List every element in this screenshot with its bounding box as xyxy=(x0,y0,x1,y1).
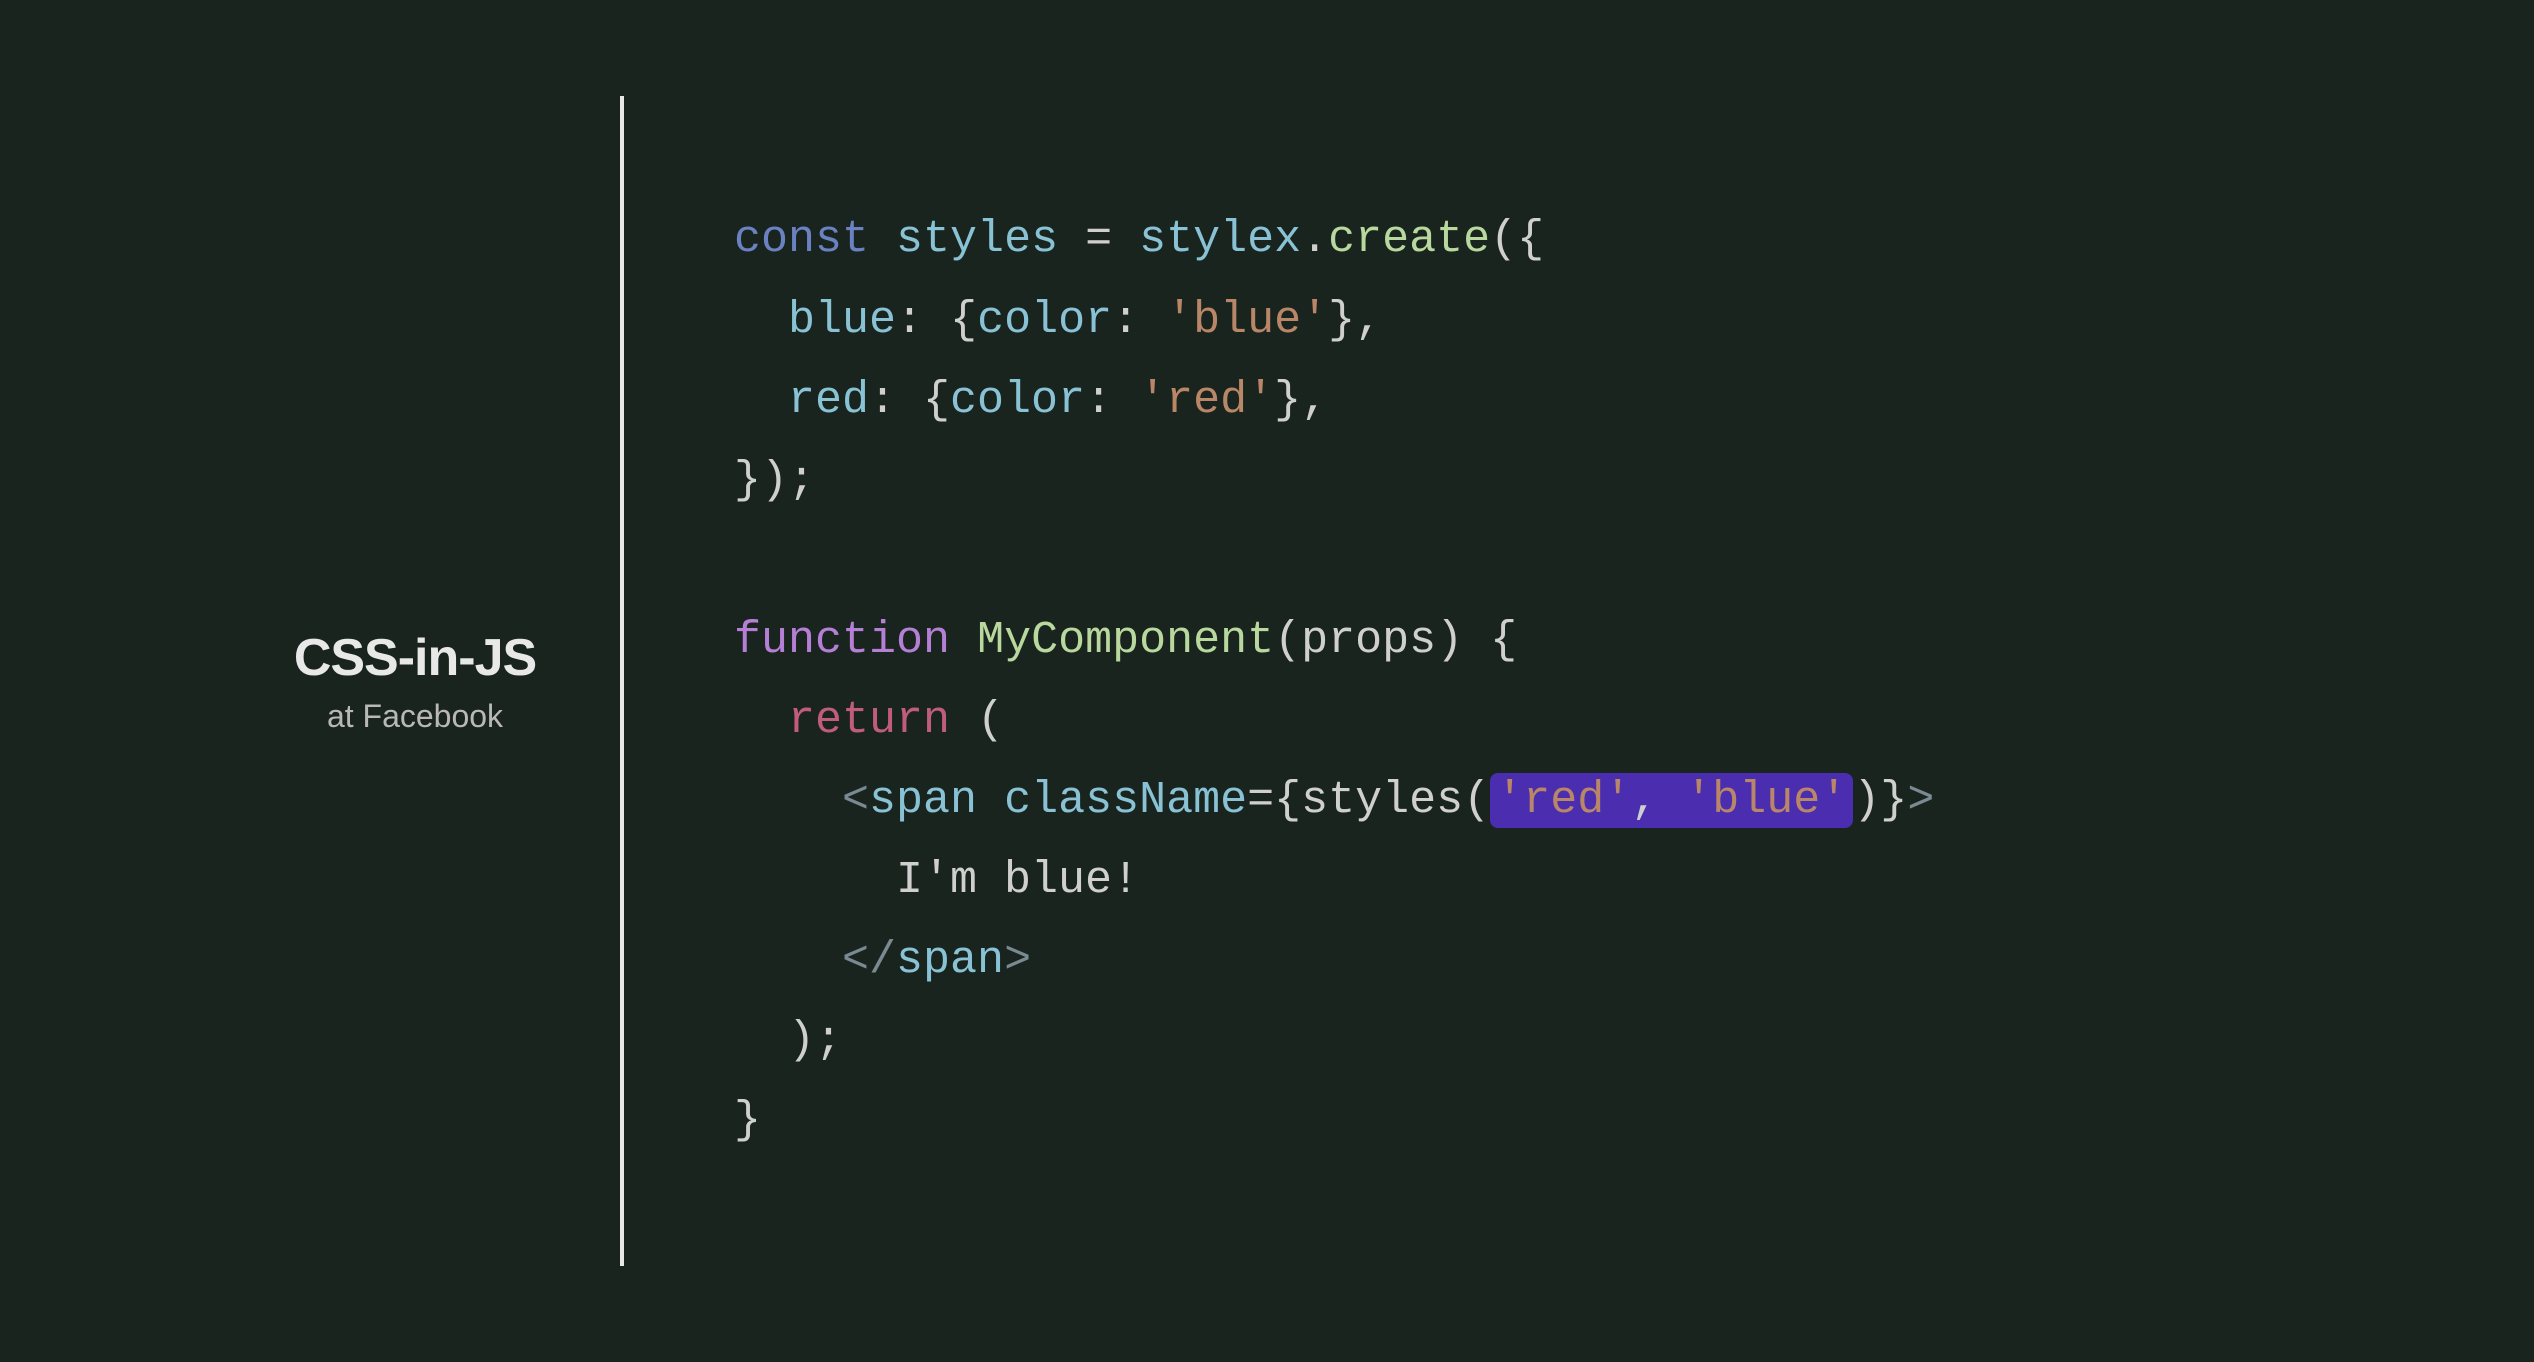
indent xyxy=(734,695,788,746)
code-line-9: I'm blue! xyxy=(734,855,1139,906)
token-punc: . xyxy=(1301,214,1328,265)
token-punc: ); xyxy=(788,1015,842,1066)
code-block: const styles = stylex.create({ blue: {co… xyxy=(624,200,1934,1161)
token-string: 'red' xyxy=(1139,375,1274,426)
token-punc: } xyxy=(734,1095,761,1146)
token-punc: ={ xyxy=(1247,775,1301,826)
token-punc: ) xyxy=(1853,775,1880,826)
token-property: blue xyxy=(788,295,896,346)
token-call: styles xyxy=(1301,775,1463,826)
indent xyxy=(734,775,842,826)
code-line-1: const styles = stylex.create({ xyxy=(734,214,1544,265)
token-object: stylex xyxy=(1139,214,1301,265)
indent xyxy=(734,935,842,986)
token-punc: }, xyxy=(1328,295,1382,346)
slide-title: CSS-in-JS xyxy=(294,628,536,688)
token-attribute: className xyxy=(1004,775,1247,826)
token-operator: = xyxy=(1058,214,1139,265)
token-property: color xyxy=(977,295,1112,346)
slide-subtitle: at Facebook xyxy=(327,698,503,735)
token-punc: : xyxy=(1112,295,1166,346)
token-tag-punc: < xyxy=(842,775,869,826)
sidebar: CSS-in-JS at Facebook xyxy=(280,628,620,735)
token-punc: }); xyxy=(734,455,815,506)
token-punc: : { xyxy=(869,375,950,426)
code-line-8: <span className={styles('red', 'blue')}> xyxy=(734,773,1934,828)
code-line-12: } xyxy=(734,1095,761,1146)
code-line-10: </span> xyxy=(734,935,1031,986)
token-string: 'red' xyxy=(1496,775,1631,826)
token-keyword: return xyxy=(788,695,950,746)
token-keyword: function xyxy=(734,615,950,666)
highlighted-args: 'red', 'blue' xyxy=(1490,773,1853,828)
token-punc: ( xyxy=(1463,775,1490,826)
token-tag-punc: > xyxy=(1004,935,1031,986)
indent xyxy=(734,855,896,906)
token-punc: ( xyxy=(950,695,1004,746)
code-line-2: blue: {color: 'blue'}, xyxy=(734,295,1382,346)
token-jsx-text: I'm blue! xyxy=(896,855,1139,906)
token-property: red xyxy=(788,375,869,426)
token-variable: styles xyxy=(896,214,1058,265)
token-tag-punc: </ xyxy=(842,935,896,986)
token-param: props xyxy=(1301,615,1436,666)
token-punc: ( xyxy=(1274,615,1301,666)
token-punc: ) { xyxy=(1436,615,1517,666)
token-keyword: const xyxy=(734,214,869,265)
token-tag-punc: > xyxy=(1907,775,1934,826)
token-string: 'blue' xyxy=(1166,295,1328,346)
token-method: create xyxy=(1328,214,1490,265)
code-line-4: }); xyxy=(734,455,815,506)
code-line-3: red: {color: 'red'}, xyxy=(734,375,1328,426)
token-tag: span xyxy=(869,775,977,826)
token-function-name: MyComponent xyxy=(977,615,1274,666)
slide-container: CSS-in-JS at Facebook const styles = sty… xyxy=(0,96,2534,1266)
indent xyxy=(734,1015,788,1066)
indent xyxy=(734,295,788,346)
token-string: 'blue' xyxy=(1685,775,1847,826)
code-line-7: return ( xyxy=(734,695,1004,746)
token-punc: : { xyxy=(896,295,977,346)
token-punc: }, xyxy=(1274,375,1328,426)
code-line-6: function MyComponent(props) { xyxy=(734,615,1517,666)
token-punc: ({ xyxy=(1490,214,1544,265)
token-punc: , xyxy=(1631,775,1685,826)
token-punc: } xyxy=(1880,775,1907,826)
indent xyxy=(734,375,788,426)
token-property: color xyxy=(950,375,1085,426)
token-punc: : xyxy=(1085,375,1139,426)
code-line-11: ); xyxy=(734,1015,842,1066)
space xyxy=(977,775,1004,826)
token-tag: span xyxy=(896,935,1004,986)
